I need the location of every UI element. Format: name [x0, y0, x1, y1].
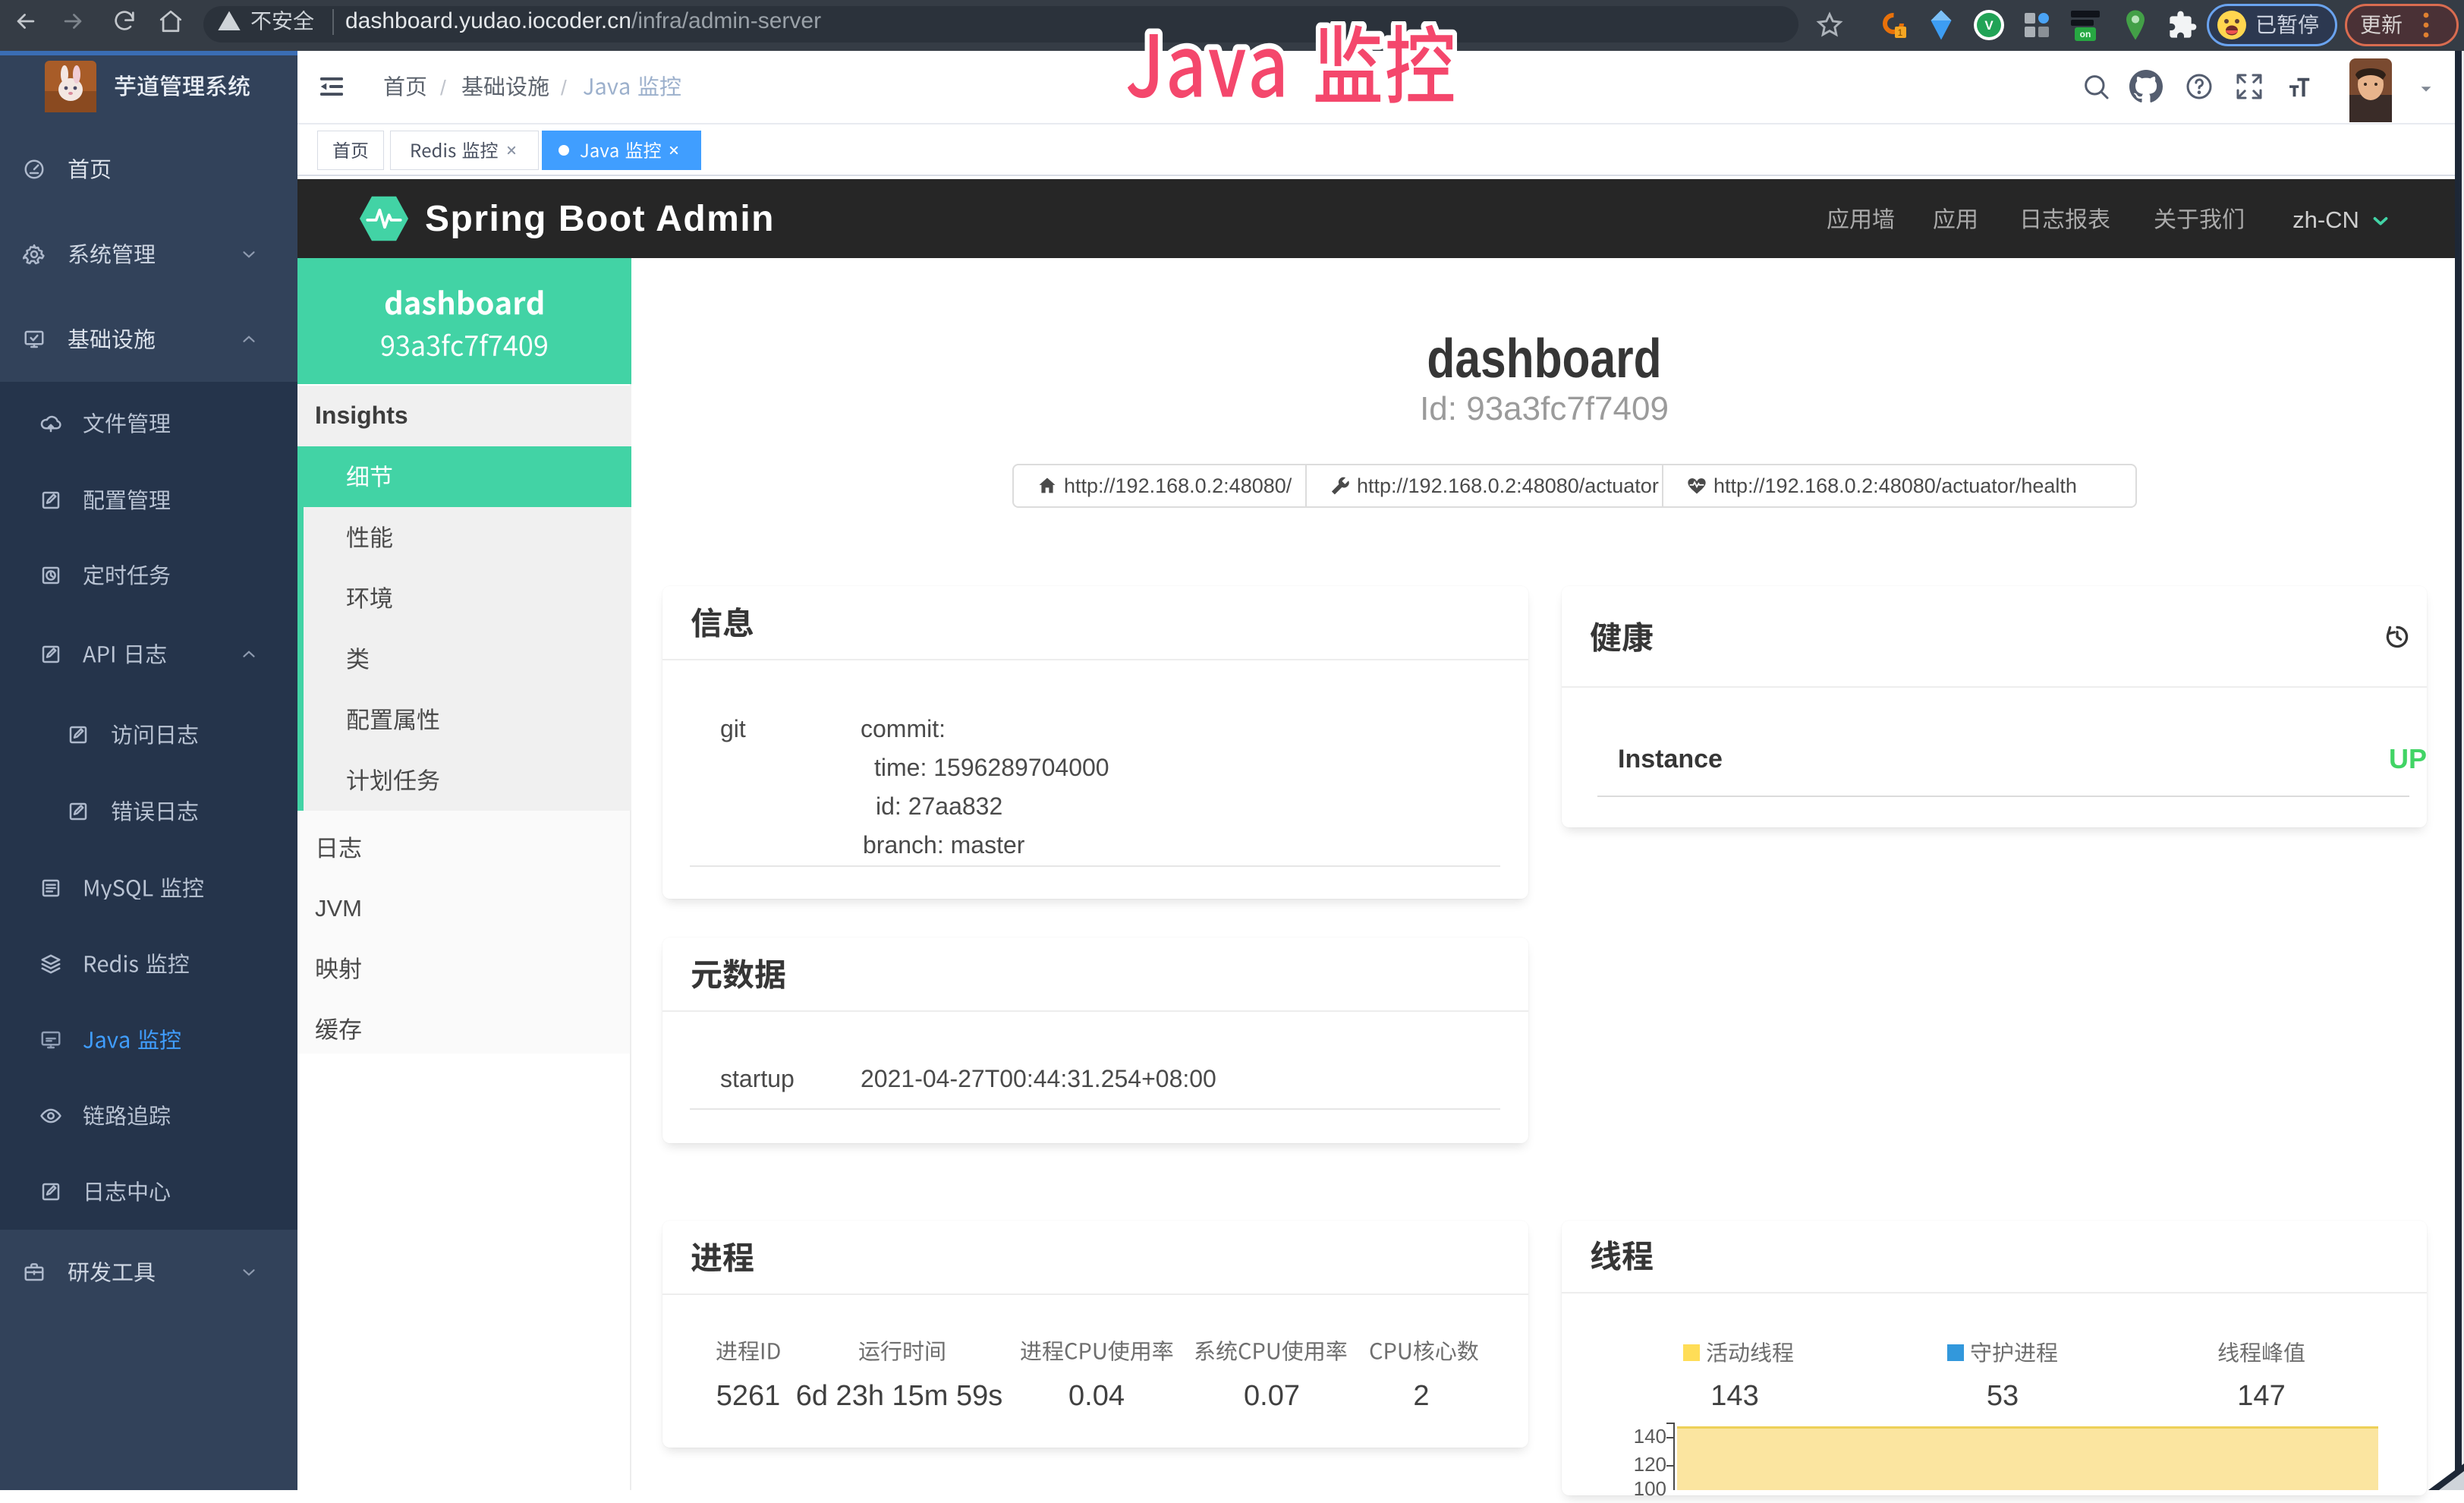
svg-text:V: V [1984, 18, 1994, 33]
svg-text:1: 1 [1898, 27, 1903, 38]
svg-text:on: on [2080, 29, 2091, 39]
